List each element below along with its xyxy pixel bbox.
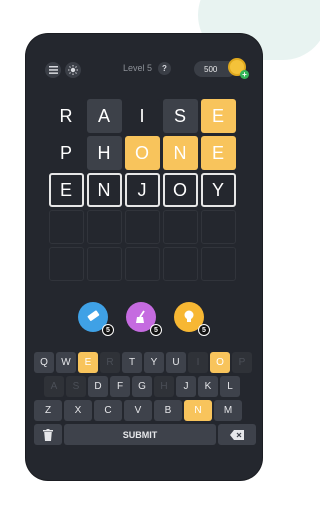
grid-cell: E [201, 99, 236, 133]
level-label: Level 5 [123, 63, 153, 73]
key-t[interactable]: T [122, 352, 142, 373]
key-n[interactable]: N [184, 400, 212, 421]
key-v[interactable]: V [124, 400, 152, 421]
theme-toggle-button[interactable] [65, 62, 81, 78]
key-l[interactable]: L [220, 376, 240, 397]
key-m[interactable]: M [214, 400, 242, 421]
backspace-button[interactable] [218, 424, 256, 445]
game-screen: Level 5 ? 500 + R A I S E P H O N E E N … [26, 34, 262, 480]
key-c[interactable]: C [94, 400, 122, 421]
help-button[interactable]: ? [158, 62, 171, 75]
grid-cell [125, 247, 160, 281]
add-coins-button[interactable]: + [240, 70, 249, 79]
grid-cell [87, 247, 122, 281]
grid-cell [125, 210, 160, 244]
eraser-icon [87, 310, 100, 321]
booster-count: 5 [198, 324, 210, 336]
grid-cell: J [125, 173, 160, 207]
lightbulb-icon [184, 310, 194, 322]
grid-cell: O [125, 136, 160, 170]
top-bar: Level 5 ? 500 + [26, 34, 262, 104]
grid-cell: P [49, 136, 84, 170]
key-h[interactable]: H [154, 376, 174, 397]
keyboard-row-1: Q W E R T Y U I O P [34, 352, 256, 373]
key-y[interactable]: Y [144, 352, 164, 373]
grid-cell [201, 247, 236, 281]
backspace-icon [230, 429, 244, 440]
grid-cell: H [87, 136, 122, 170]
booster-count: 5 [102, 324, 114, 336]
grid-cell: A [87, 99, 122, 133]
grid-cell: E [201, 136, 236, 170]
keyboard-row-3: Z X C V B N M [34, 400, 256, 421]
grid-row-1: R A I S E [49, 99, 236, 133]
submit-button[interactable]: SUBMIT [64, 424, 216, 445]
grid-cell: R [49, 99, 84, 133]
booster-count: 5 [150, 324, 162, 336]
grid-cell: N [163, 136, 198, 170]
keyboard-row-2: A S D F G H J K L [34, 376, 256, 397]
key-f[interactable]: F [110, 376, 130, 397]
key-b[interactable]: B [154, 400, 182, 421]
key-x[interactable]: X [64, 400, 92, 421]
sun-icon [68, 65, 78, 75]
grid-cell [163, 210, 198, 244]
grid-row-3: E N J O Y [49, 173, 236, 207]
broom-booster-button[interactable]: 5 [126, 302, 162, 336]
key-z[interactable]: Z [34, 400, 62, 421]
grid-cell: I [125, 99, 160, 133]
keyboard: Q W E R T Y U I O P A S D F G H J K L Z … [34, 352, 256, 448]
grid-cell: S [163, 99, 198, 133]
key-i[interactable]: I [188, 352, 208, 373]
key-w[interactable]: W [56, 352, 76, 373]
grid-cell [87, 210, 122, 244]
key-o[interactable]: O [210, 352, 230, 373]
word-grid: R A I S E P H O N E E N J O Y [49, 99, 236, 284]
grid-row-5 [49, 247, 236, 281]
trash-icon [43, 428, 53, 441]
key-p[interactable]: P [232, 352, 252, 373]
grid-cell: Y [201, 173, 236, 207]
key-r[interactable]: R [100, 352, 120, 373]
grid-row-2: P H O N E [49, 136, 236, 170]
key-a[interactable]: A [44, 376, 64, 397]
key-u[interactable]: U [166, 352, 186, 373]
grid-cell [49, 210, 84, 244]
grid-cell: E [49, 173, 84, 207]
key-s[interactable]: S [66, 376, 86, 397]
keyboard-row-4: SUBMIT [34, 424, 256, 445]
grid-row-4 [49, 210, 236, 244]
clear-button[interactable] [34, 424, 62, 445]
menu-button[interactable] [45, 62, 61, 78]
grid-cell: N [87, 173, 122, 207]
grid-cell: O [163, 173, 198, 207]
eraser-booster-button[interactable]: 5 [78, 302, 114, 336]
key-j[interactable]: J [176, 376, 196, 397]
key-e[interactable]: E [78, 352, 98, 373]
broom-icon [136, 310, 145, 323]
key-g[interactable]: G [132, 376, 152, 397]
menu-icon [48, 66, 58, 74]
grid-cell [201, 210, 236, 244]
grid-cell [49, 247, 84, 281]
key-k[interactable]: K [198, 376, 218, 397]
grid-cell [163, 247, 198, 281]
key-q[interactable]: Q [34, 352, 54, 373]
key-d[interactable]: D [88, 376, 108, 397]
hint-booster-button[interactable]: 5 [174, 302, 210, 336]
